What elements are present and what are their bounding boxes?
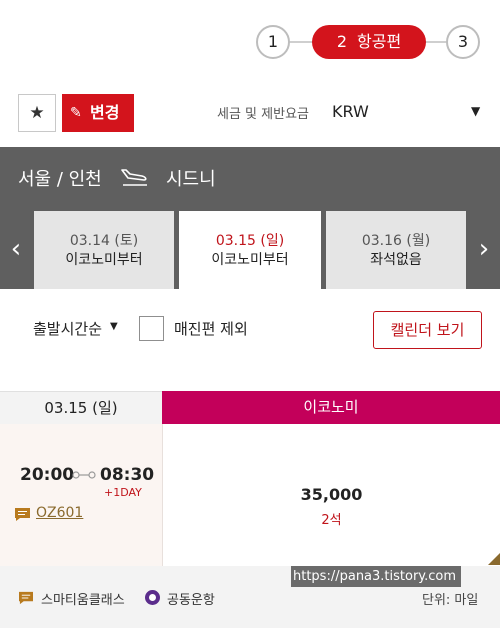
- sort-select[interactable]: 출발시간순: [33, 318, 102, 339]
- pencil-icon: ✎: [70, 105, 82, 121]
- date-tab-fare: 이코노미부터: [211, 252, 289, 268]
- next-date-arrow-icon[interactable]: ›: [472, 232, 496, 268]
- soldout-checkbox[interactable]: [139, 316, 164, 341]
- favorite-button[interactable]: ★: [18, 94, 56, 132]
- tax-label: 세금 및 제반요금: [217, 107, 309, 122]
- change-button[interactable]: ✎ 변경: [62, 94, 134, 132]
- soldout-checkbox-label[interactable]: 매진편 제외: [174, 318, 248, 339]
- flight-number-link[interactable]: OZ601: [36, 505, 83, 521]
- step-indicator: 1 2 항공편 3: [256, 23, 484, 61]
- watermark: https://pana3.tistory.com: [291, 566, 461, 587]
- date-tab-0315-selected[interactable]: 03.15 (일) 이코노미부터: [179, 211, 321, 289]
- unit-label: 단위: 마일: [422, 593, 479, 608]
- date-tab-0314[interactable]: 03.14 (토) 이코노미부터: [34, 211, 174, 289]
- fare-price: 35,000: [300, 485, 363, 504]
- date-tab-date: 03.16 (월): [361, 233, 431, 249]
- day-offset-badge: +1DAY: [104, 486, 142, 499]
- codeshare-legend-icon: [145, 590, 160, 605]
- prev-date-arrow-icon[interactable]: ‹: [4, 232, 28, 268]
- route-origin: 서울 / 인천: [18, 169, 102, 190]
- seats-remaining: 2석: [321, 513, 342, 528]
- step-2-number: 2: [336, 32, 347, 51]
- smartium-chat-icon: [15, 508, 30, 521]
- economy-class-header: 이코노미: [162, 391, 500, 424]
- smartium-legend-label: 스마티움클래스: [41, 593, 125, 608]
- date-tab-fare: 좌석없음: [370, 252, 422, 268]
- date-tab-fare: 이코노미부터: [65, 252, 143, 268]
- codeshare-legend-label: 공동운항: [167, 593, 215, 608]
- step-1[interactable]: 1: [256, 25, 290, 59]
- date-tab-date: 03.15 (일): [215, 233, 285, 249]
- step-3[interactable]: 3: [446, 25, 480, 59]
- route-destination: 시드니: [166, 169, 216, 190]
- departure-time: 20:00: [20, 465, 75, 485]
- smartium-legend-icon: [19, 591, 33, 605]
- date-tab-date: 03.14 (토): [69, 233, 139, 249]
- result-date-header: 03.15 (일): [0, 391, 162, 424]
- currency-select[interactable]: KRW: [332, 102, 369, 121]
- route-connector-icon: [72, 471, 96, 479]
- step-2-active: 2 항공편: [312, 25, 426, 59]
- calendar-view-button[interactable]: 캘린더 보기: [373, 311, 482, 349]
- caret-down-icon[interactable]: ▼: [110, 321, 118, 332]
- caret-down-icon[interactable]: ▼: [471, 104, 480, 118]
- airplane-landing-icon: [121, 169, 147, 186]
- step-2-label: 항공편: [357, 32, 402, 51]
- date-tab-0316[interactable]: 03.16 (월) 좌석없음: [326, 211, 466, 289]
- arrival-time: 08:30: [100, 465, 155, 485]
- star-icon: ★: [29, 103, 45, 123]
- selected-corner-indicator: [488, 553, 500, 565]
- change-button-label: 변경: [90, 103, 120, 122]
